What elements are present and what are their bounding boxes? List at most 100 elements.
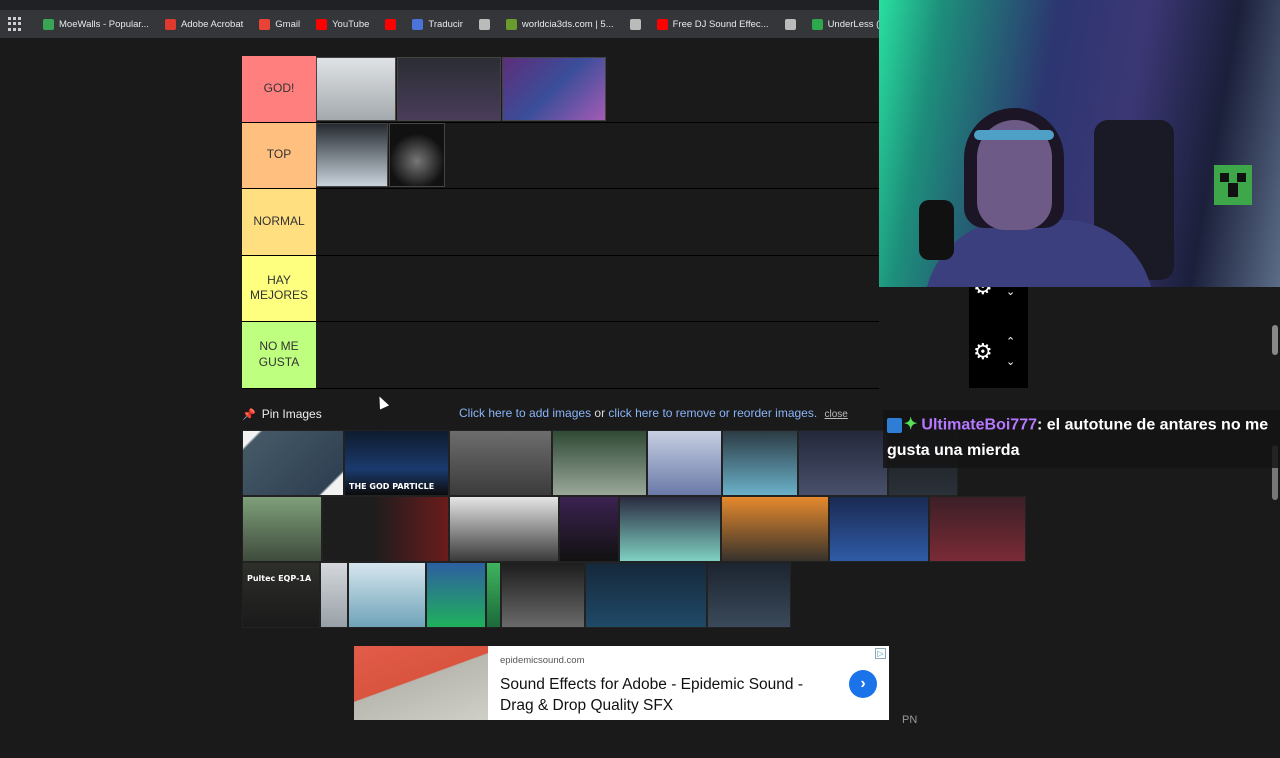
microphone [919, 200, 954, 260]
plugin-thumbnail[interactable] [829, 496, 929, 562]
plugin-thumbnail[interactable] [348, 562, 426, 628]
tier-label[interactable]: NO ME GUSTA [242, 322, 316, 388]
badge-icon [887, 417, 902, 433]
side-label: PN [902, 714, 918, 726]
bookmark-favicon-icon [164, 18, 176, 30]
bookmark-item[interactable]: worldcia3ds.com | 5... [499, 18, 621, 30]
plugin-thumbnail[interactable] [619, 496, 721, 562]
bookmark-favicon-icon [656, 18, 668, 30]
pin-icon[interactable]: 📌 [242, 408, 256, 421]
bookmark-item[interactable]: MoeWalls - Popular... [36, 18, 156, 30]
bookmark-item[interactable]: YouTube [309, 18, 376, 30]
ad-title[interactable]: Sound Effects for Adobe - Epidemic Sound… [500, 674, 840, 716]
chevron-up-icon[interactable]: ⌃ [1006, 337, 1015, 348]
bookmark-label: YouTube [332, 18, 370, 30]
plugin-thumbnail[interactable] [559, 496, 619, 562]
webcam-overlay [879, 0, 1280, 287]
tier-items-dropzone[interactable] [316, 189, 879, 255]
tier-label[interactable]: NORMAL [242, 189, 316, 255]
bookmark-item[interactable] [472, 18, 497, 30]
bookmark-favicon-icon [259, 18, 271, 30]
thumbnail-caption: THE GOD PARTICLE [349, 482, 435, 491]
gear-icon[interactable]: ⚙ [973, 341, 993, 363]
tier-items-dropzone[interactable] [316, 56, 879, 122]
tier-table: GOD! TOP NORMAL HAY MEJORES NO ME GUSTA [242, 56, 879, 389]
chevron-down-icon[interactable]: ⌄ [1006, 287, 1015, 298]
creeper-plush [1214, 165, 1252, 205]
bookmark-favicon-icon [412, 18, 424, 30]
headband [974, 130, 1054, 140]
tier-items-dropzone[interactable] [316, 322, 879, 388]
tier-items-dropzone[interactable] [316, 255, 879, 321]
chevron-down-icon[interactable]: ⌄ [1006, 357, 1015, 368]
tier-items-dropzone[interactable] [316, 122, 879, 188]
plugin-thumbnail[interactable] [798, 430, 888, 496]
plugin-thumbnail[interactable] [389, 123, 445, 188]
ad-open-button[interactable]: › [849, 670, 877, 698]
plugin-thumbnail[interactable] [502, 56, 606, 121]
bookmark-item[interactable] [778, 18, 803, 30]
plugin-thumbnail[interactable] [320, 562, 348, 628]
plugin-thumbnail[interactable] [722, 430, 798, 496]
ad-domain[interactable]: epidemicsound.com [500, 655, 585, 666]
scrollbar[interactable] [1270, 325, 1280, 758]
plugin-thumbnail[interactable]: Pultec EQP-1A [242, 562, 320, 628]
apps-grid-icon[interactable] [8, 17, 22, 31]
plugin-thumbnail[interactable] [316, 123, 388, 188]
chat-badges: ✦ [887, 412, 917, 438]
bookmark-favicon-icon [505, 18, 517, 30]
plugin-thumbnail[interactable] [585, 562, 707, 628]
plugin-thumbnail[interactable] [647, 430, 722, 496]
bookmark-item[interactable] [378, 18, 403, 30]
plugin-thumbnail[interactable] [721, 496, 829, 562]
chat-username: UltimateBoi777 [921, 416, 1037, 434]
plugin-thumbnail[interactable] [449, 496, 559, 562]
bookmark-item[interactable]: Free DJ Sound Effec... [650, 18, 776, 30]
or-text: or [591, 406, 609, 420]
bookmark-label: Free DJ Sound Effec... [672, 18, 769, 30]
close-link[interactable]: close [825, 409, 848, 420]
pin-images-bar: 📌 Pin Images Click here to add images or… [242, 404, 848, 424]
adchoices-icon[interactable]: ▷ [875, 648, 886, 659]
tier-settings-column: ⚙ ⌄ ⌃ ⚙ ⌄ [969, 276, 1028, 388]
ad-banner[interactable]: epidemicsound.com Sound Effects for Adob… [354, 646, 889, 720]
bookmark-item[interactable] [623, 18, 648, 30]
bookmark-favicon-icon [43, 18, 54, 30]
tier-row: TOP [242, 122, 879, 189]
plugin-thumbnail[interactable]: THE GOD PARTICLE [344, 430, 449, 496]
bookmark-label: Adobe Acrobat [180, 18, 244, 30]
ad-image[interactable] [354, 646, 488, 720]
image-actions: Click here to add images or click here t… [459, 406, 848, 420]
tier-label[interactable]: HAY MEJORES [242, 255, 316, 321]
bookmark-favicon-icon [784, 18, 796, 30]
plugin-thumbnail[interactable] [242, 496, 322, 562]
tier-label[interactable]: GOD! [242, 56, 316, 122]
plugin-thumbnail[interactable] [707, 562, 791, 628]
image-pool-row: Pultec EQP-1A [242, 562, 1026, 628]
tier-row: NO ME GUSTA [242, 322, 879, 389]
scrollbar-thumb[interactable] [1272, 325, 1278, 355]
plugin-thumbnail[interactable] [397, 56, 501, 121]
plugin-thumbnail[interactable] [501, 562, 585, 628]
plugin-thumbnail[interactable] [929, 496, 1026, 562]
tier-row: NORMAL [242, 189, 879, 256]
tier-row: GOD! [242, 56, 879, 123]
bookmark-item[interactable]: Adobe Acrobat [158, 18, 250, 30]
tier-label[interactable]: TOP [242, 122, 316, 188]
pin-images-label[interactable]: Pin Images [262, 407, 322, 421]
thumbnail-caption: Pultec EQP-1A [247, 574, 312, 583]
bookmark-favicon-icon [811, 18, 823, 30]
image-pool-row [242, 496, 1026, 562]
plugin-thumbnail[interactable] [322, 496, 449, 562]
bookmark-item[interactable]: Traducir [405, 18, 470, 30]
bookmark-label: MoeWalls - Popular... [59, 18, 149, 30]
reorder-images-link[interactable]: click here to remove or reorder images. [608, 406, 817, 420]
bookmark-item[interactable]: Gmail [252, 18, 307, 30]
plugin-thumbnail[interactable] [552, 430, 647, 496]
plugin-thumbnail[interactable] [242, 430, 344, 496]
plugin-thumbnail[interactable] [449, 430, 552, 496]
plugin-thumbnail[interactable] [426, 562, 486, 628]
add-images-link[interactable]: Click here to add images [459, 406, 591, 420]
plugin-thumbnail[interactable] [316, 56, 396, 121]
plugin-thumbnail[interactable] [486, 562, 501, 628]
